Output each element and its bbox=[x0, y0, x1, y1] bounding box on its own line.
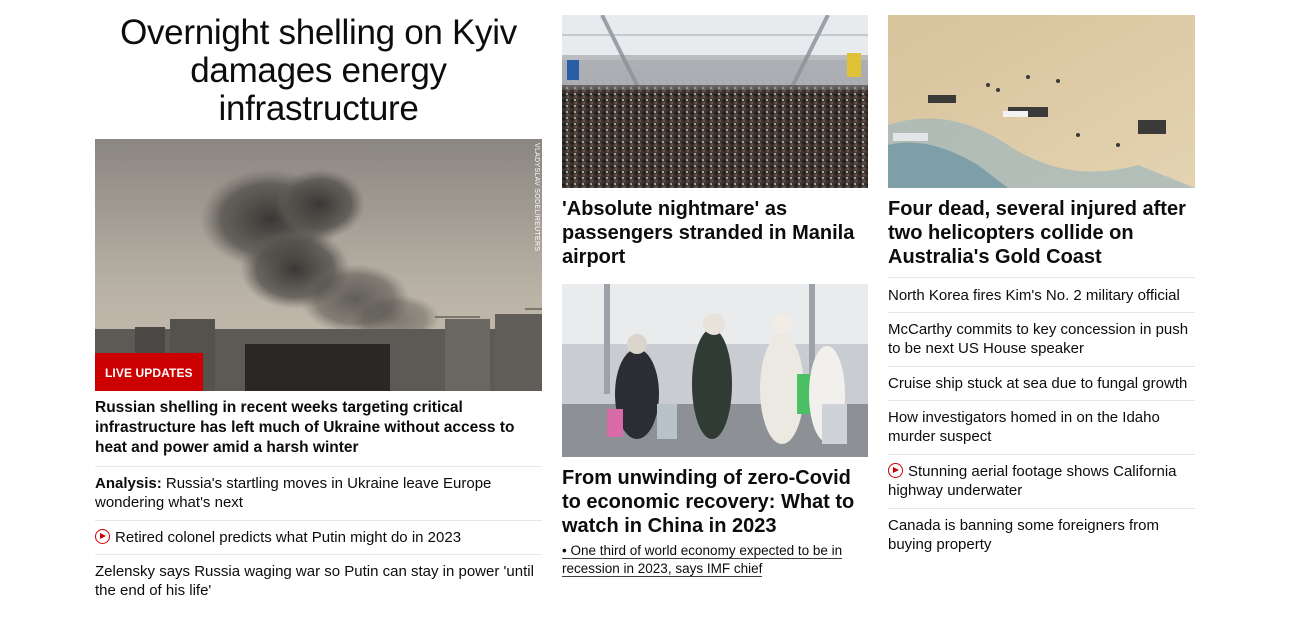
list-item[interactable]: Zelensky says Russia waging war so Putin… bbox=[95, 554, 542, 600]
lead-story-column: Overnight shelling on Kyiv damages energ… bbox=[95, 0, 542, 600]
list-item-text: How investigators homed in on the Idaho … bbox=[888, 409, 1160, 445]
lead-headline[interactable]: Overnight shelling on Kyiv damages energ… bbox=[95, 14, 542, 128]
lead-related-list: Analysis: Russia's startling moves in Uk… bbox=[95, 466, 542, 600]
list-item[interactable]: Stunning aerial footage shows California… bbox=[888, 454, 1195, 508]
play-circle-icon bbox=[95, 529, 110, 544]
list-item[interactable]: How investigators homed in on the Idaho … bbox=[888, 400, 1195, 454]
lead-image-link[interactable]: VLADYSLAV SODEL/REUTERS LIVE UPDATES bbox=[95, 139, 542, 391]
china-related-link[interactable]: • One third of world economy expected to… bbox=[562, 542, 868, 578]
middle-column: 'Absolute nightmare' as passengers stran… bbox=[562, 0, 868, 578]
bullet-link-text: One third of world economy expected to b… bbox=[562, 543, 843, 576]
manila-headline[interactable]: 'Absolute nightmare' as passengers stran… bbox=[562, 197, 868, 269]
list-item-text: North Korea fires Kim's No. 2 military o… bbox=[888, 287, 1180, 304]
right-headline-list: North Korea fires Kim's No. 2 military o… bbox=[888, 277, 1195, 554]
play-circle-icon bbox=[888, 463, 903, 478]
list-item[interactable]: McCarthy commits to key concession in pu… bbox=[888, 312, 1195, 366]
manila-image-link[interactable] bbox=[562, 15, 868, 188]
china-headline[interactable]: From unwinding of zero-Covid to economic… bbox=[562, 466, 868, 538]
list-item-text: Zelensky says Russia waging war so Putin… bbox=[95, 563, 534, 599]
helicopter-crash-photo bbox=[888, 15, 1195, 188]
list-item-text: Cruise ship stuck at sea due to fungal g… bbox=[888, 375, 1188, 392]
manila-airport-photo bbox=[562, 15, 868, 188]
list-item[interactable]: North Korea fires Kim's No. 2 military o… bbox=[888, 277, 1195, 312]
china-travelers-photo bbox=[562, 284, 868, 457]
list-item[interactable]: Retired colonel predicts what Putin migh… bbox=[95, 520, 542, 554]
lead-subhead[interactable]: Russian shelling in recent weeks targeti… bbox=[95, 398, 542, 466]
list-item-text: Stunning aerial footage shows California… bbox=[888, 463, 1177, 499]
list-item[interactable]: Cruise ship stuck at sea due to fungal g… bbox=[888, 366, 1195, 400]
list-item-text: Retired colonel predicts what Putin migh… bbox=[115, 529, 462, 546]
helicopter-image-link[interactable] bbox=[888, 15, 1195, 188]
bullet-text: • One third of world economy expected to… bbox=[562, 543, 843, 577]
list-item[interactable]: Analysis: Russia's startling moves in Uk… bbox=[95, 466, 542, 520]
right-column: Four dead, several injured after two hel… bbox=[888, 0, 1195, 554]
list-item[interactable]: Canada is banning some foreigners from b… bbox=[888, 508, 1195, 554]
analysis-label: Analysis: bbox=[95, 475, 162, 492]
list-item-text: Canada is banning some foreigners from b… bbox=[888, 517, 1159, 553]
helicopter-headline[interactable]: Four dead, several injured after two hel… bbox=[888, 197, 1195, 277]
china-image-link[interactable] bbox=[562, 284, 868, 457]
live-updates-badge[interactable]: LIVE UPDATES bbox=[95, 353, 203, 391]
photo-credit: VLADYSLAV SODEL/REUTERS bbox=[533, 143, 540, 252]
list-item-text: McCarthy commits to key concession in pu… bbox=[888, 321, 1189, 357]
